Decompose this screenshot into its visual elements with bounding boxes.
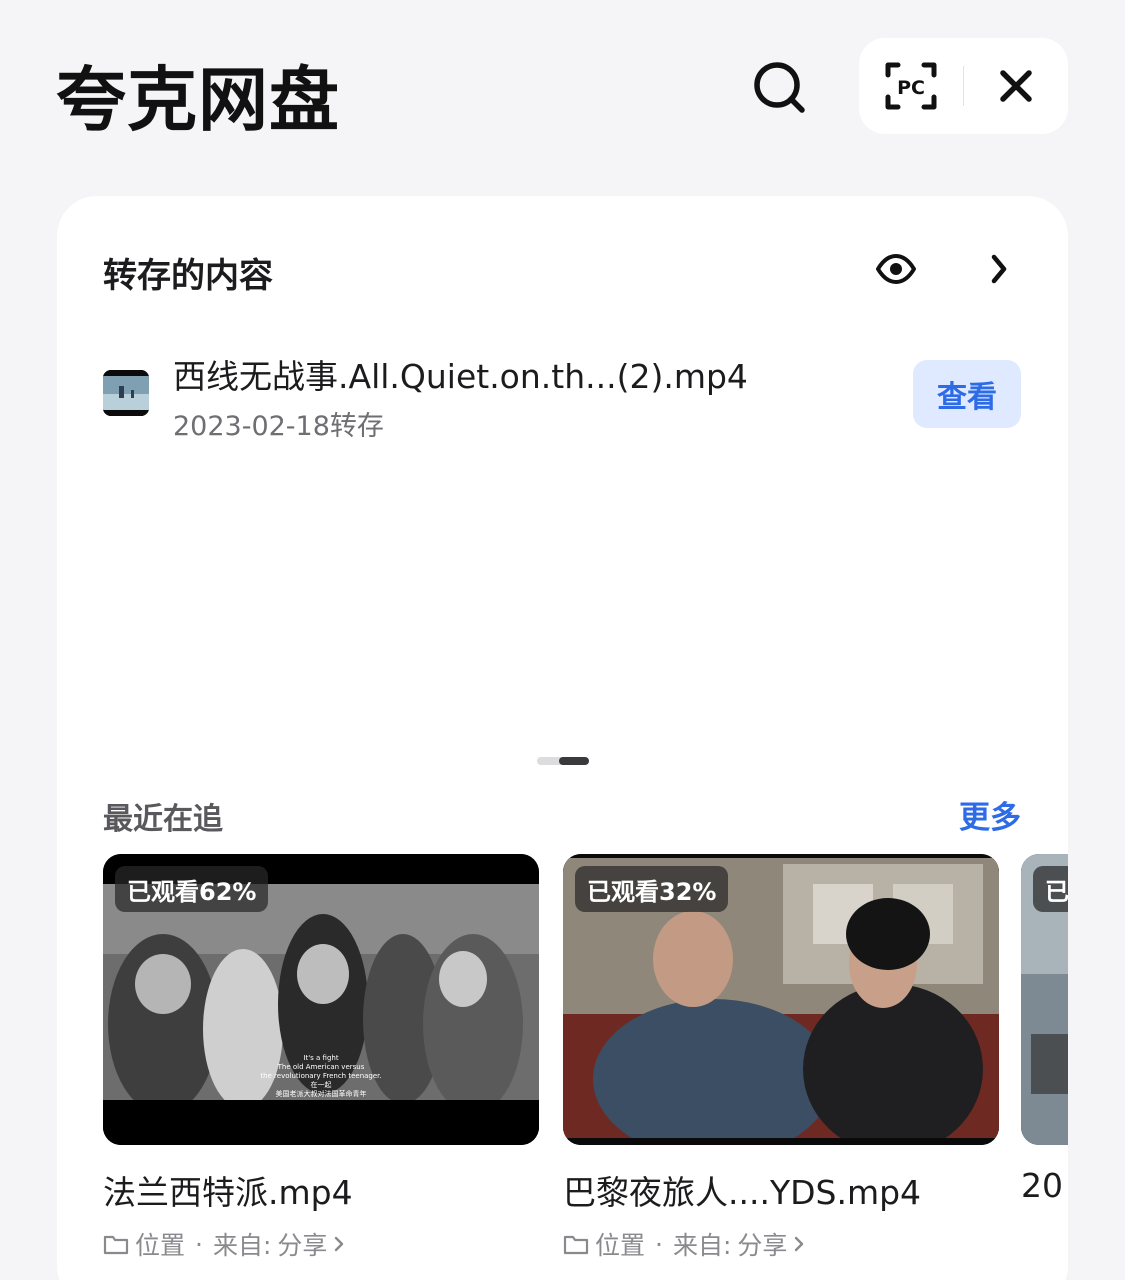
subtitle-line-1: It's a fight <box>303 1054 338 1062</box>
source-value: 分享 <box>277 1231 328 1260</box>
chevron-right-icon <box>795 1236 804 1252</box>
chevron-right-icon <box>335 1236 344 1252</box>
pc-label: PC <box>897 77 925 99</box>
folder-icon <box>563 1235 589 1255</box>
video-name: 法兰西特派.mp4 <box>103 1173 353 1212</box>
saved-section-title: 转存的内容 <box>103 256 273 296</box>
video-thumbnail: It's a fight The old American versus the… <box>103 854 539 1145</box>
video-name: 巴黎夜旅人....YDS.mp4 <box>563 1173 922 1212</box>
watch-progress-badge: 已 <box>1033 866 1068 912</box>
video-thumbnail: 已观看32% <box>563 854 999 1145</box>
video-meta[interactable]: 位置 · 来自: 分享 <box>563 1226 805 1262</box>
meta-separator: · <box>195 1229 203 1259</box>
video-thumbnail: 已 <box>1021 854 1068 1145</box>
subtitle-line-4: 在一起 <box>311 1080 332 1089</box>
location-label: 位置 <box>135 1231 186 1260</box>
subtitle-line-5: 美国老派大叔对法国革命青年 <box>276 1089 367 1098</box>
saved-file-row[interactable]: 西线无战事.All.Quiet.on.th...(2).mp4 2023-02-… <box>103 346 1023 446</box>
chevron-right-icon <box>991 254 1007 284</box>
subtitle-line-3: the revolutionary French teenager. <box>260 1072 381 1080</box>
search-icon <box>754 62 805 113</box>
video-card[interactable]: 已 20 <box>1021 854 1068 1205</box>
pc-scan-icon: PC <box>885 62 937 110</box>
view-button[interactable]: 查看 <box>913 360 1021 428</box>
video-name: 20 <box>1021 1166 1063 1205</box>
video-meta[interactable]: 位置 · 来自: 分享 <box>103 1226 345 1262</box>
pc-transfer-button[interactable]: PC <box>859 38 963 134</box>
recent-video-list[interactable]: It's a fight The old American versus the… <box>103 854 1068 1280</box>
close-icon <box>1000 70 1032 102</box>
watch-progress-badge: 已观看62% <box>115 866 269 912</box>
close-button[interactable] <box>964 38 1068 134</box>
meta-separator: · <box>655 1229 663 1259</box>
video-card[interactable]: 已观看32% 巴黎夜旅人....YDS.mp4 位置 · 来自: 分享 <box>563 854 999 1260</box>
saved-more-button[interactable] <box>981 246 1017 292</box>
file-thumbnail <box>103 370 149 416</box>
folder-icon <box>103 1235 129 1255</box>
more-link[interactable]: 更多 <box>959 792 1021 837</box>
visibility-toggle[interactable] <box>873 246 919 292</box>
file-date: 2023-02-18转存 <box>173 411 384 442</box>
location-label: 位置 <box>595 1231 646 1260</box>
search-button[interactable] <box>748 56 810 118</box>
file-name: 西线无战事.All.Quiet.on.th...(2).mp4 <box>173 357 748 396</box>
app-title: 夸克网盘 <box>56 59 340 141</box>
eye-icon <box>876 254 916 284</box>
watch-progress-badge: 已观看32% <box>575 866 729 912</box>
page-dot-active <box>559 757 589 765</box>
page-indicator <box>537 757 589 765</box>
source-value: 分享 <box>737 1231 788 1260</box>
content-card: 转存的内容 西线无战事.All.Quiet.on.th...(2).mp4 20… <box>57 196 1068 1280</box>
top-actions: PC <box>859 38 1068 134</box>
source-label: 来自: <box>212 1231 272 1260</box>
source-label: 来自: <box>672 1231 732 1260</box>
recent-section-title: 最近在追 <box>103 802 223 837</box>
video-card[interactable]: It's a fight The old American versus the… <box>103 854 539 1260</box>
subtitle-line-2: The old American versus <box>277 1063 365 1071</box>
